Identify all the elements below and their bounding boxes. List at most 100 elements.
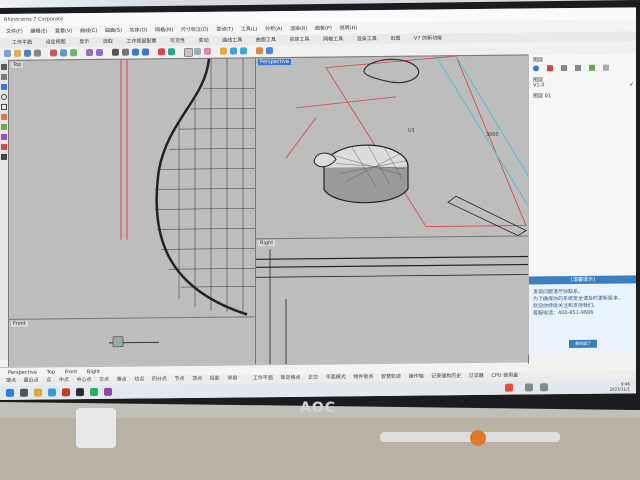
menu-curve[interactable]: 曲线(C) xyxy=(80,28,97,34)
viewport-tab-top[interactable]: Top xyxy=(47,369,55,375)
save-icon[interactable] xyxy=(24,49,31,57)
viewport-front-label[interactable]: Front xyxy=(11,320,28,327)
menu-transform[interactable]: 变动(T) xyxy=(216,27,233,33)
osnap-int[interactable]: 交点 xyxy=(99,377,109,383)
layer-row[interactable]: V1.0 xyxy=(533,82,544,88)
tab-visibility[interactable]: 可见性 xyxy=(170,38,185,44)
menu-mesh[interactable]: 网格(M) xyxy=(155,27,173,33)
media-icon[interactable] xyxy=(104,387,112,396)
viewport-right-label[interactable]: Right xyxy=(258,240,276,247)
new-icon[interactable] xyxy=(4,49,11,57)
tab-new-in-v7[interactable]: V7 的新功能 xyxy=(414,35,442,41)
mode-smarttrack[interactable]: 智慧轨迹 xyxy=(381,374,401,380)
transform-icon[interactable] xyxy=(1,153,7,160)
undo-icon[interactable] xyxy=(86,49,93,57)
open-icon[interactable] xyxy=(14,49,21,57)
3d-model[interactable] xyxy=(313,144,409,204)
pan-icon[interactable] xyxy=(112,48,119,56)
light-icon[interactable] xyxy=(220,47,227,55)
osnap-disable[interactable]: 停用 xyxy=(227,376,237,382)
osnap-point[interactable]: 点 xyxy=(46,377,51,383)
layer-row[interactable]: 图层 01 xyxy=(533,92,551,99)
rhino-icon[interactable] xyxy=(76,388,84,397)
material-icon[interactable] xyxy=(230,47,237,55)
osnap-vertex[interactable]: 顶点 xyxy=(192,376,202,382)
browser-icon[interactable] xyxy=(48,388,56,397)
mode-filter[interactable]: 过滤器 xyxy=(469,373,484,379)
wireframe-icon[interactable] xyxy=(184,47,193,58)
chat-icon[interactable] xyxy=(90,387,98,397)
start-icon[interactable] xyxy=(6,388,14,397)
tab-set-view[interactable]: 设定视图 xyxy=(46,39,66,45)
menu-tools[interactable]: 工具(L) xyxy=(241,26,258,32)
circle-icon[interactable] xyxy=(1,93,7,100)
tab-select[interactable]: 选取 xyxy=(103,39,113,45)
folder-icon[interactable] xyxy=(34,388,42,397)
shaded-icon[interactable] xyxy=(194,47,201,55)
tab-mesh-tools[interactable]: 网格工具 xyxy=(323,36,343,42)
curve-icon[interactable] xyxy=(1,83,7,90)
viewport-front[interactable]: Front xyxy=(8,316,256,369)
osnap-knot[interactable]: 节点 xyxy=(174,376,184,382)
new-layer-icon[interactable] xyxy=(533,65,539,72)
mode-osnap[interactable]: 物件锁点 xyxy=(353,374,373,380)
zoom-icon[interactable] xyxy=(132,48,139,56)
cut-icon[interactable] xyxy=(50,49,57,57)
app-icon[interactable] xyxy=(62,388,70,397)
viewport-right[interactable]: Right xyxy=(255,235,529,367)
mode-planar[interactable]: 平面模式 xyxy=(326,374,346,380)
tab-surface-tools[interactable]: 曲面工具 xyxy=(256,37,276,43)
menu-panels[interactable]: 面板(P) xyxy=(315,26,332,32)
rendered-icon[interactable] xyxy=(204,47,211,55)
mode-cplane[interactable]: 工作平面 xyxy=(253,375,273,381)
osnap-cen[interactable]: 中心点 xyxy=(76,377,91,383)
menu-solid[interactable]: 实体(O) xyxy=(130,27,148,33)
boolean-icon[interactable] xyxy=(1,143,7,150)
osnap-perp[interactable]: 垂点 xyxy=(117,377,127,383)
paste-icon[interactable] xyxy=(70,49,77,57)
surface-icon[interactable] xyxy=(1,113,7,120)
volume-icon[interactable] xyxy=(540,383,548,392)
tab-solid-tools[interactable]: 实体工具 xyxy=(289,37,309,43)
render-icon[interactable] xyxy=(240,47,247,55)
rectangle-icon[interactable] xyxy=(1,103,7,110)
menu-help[interactable]: 说明(H) xyxy=(340,25,358,31)
tab-curve-tools[interactable]: 曲线工具 xyxy=(222,37,242,43)
point-icon[interactable] xyxy=(1,63,7,70)
viewport-tab-front[interactable]: Front xyxy=(65,369,78,375)
viewport-top-label[interactable]: Top xyxy=(11,61,24,68)
mode-gumball[interactable]: 操作轴 xyxy=(409,374,424,380)
print-icon[interactable] xyxy=(34,49,41,57)
system-clock[interactable]: 9:46 2023/11/1 xyxy=(609,381,630,391)
tab-display[interactable]: 显示 xyxy=(79,39,89,45)
menu-view[interactable]: 查看(V) xyxy=(55,28,72,34)
osnap-mid[interactable]: 中点 xyxy=(59,377,69,383)
tab-transform[interactable]: 变动 xyxy=(199,38,209,44)
select-icon[interactable] xyxy=(158,48,165,56)
osnap-project[interactable]: 投影 xyxy=(210,376,220,382)
tab-drafting[interactable]: 出图 xyxy=(390,36,400,42)
mode-grid-snap[interactable]: 锁定格点 xyxy=(281,375,301,381)
copy-icon[interactable] xyxy=(60,49,67,57)
menu-surface[interactable]: 曲面(S) xyxy=(105,28,122,34)
cplane-icon[interactable] xyxy=(168,48,175,56)
menu-render[interactable]: 渲染(R) xyxy=(290,26,307,32)
viewport-tab-perspective[interactable]: Perspective xyxy=(8,370,37,376)
filter-icon[interactable] xyxy=(589,64,595,71)
move-down-icon[interactable] xyxy=(575,64,581,71)
delete-layer-icon[interactable] xyxy=(547,65,553,72)
settings-icon[interactable] xyxy=(603,64,609,71)
menu-dimension[interactable]: 尺寸标注(D) xyxy=(181,27,209,33)
osnap-near[interactable]: 最近点 xyxy=(24,378,39,384)
rotate-view-icon[interactable] xyxy=(122,48,129,56)
menu-file[interactable]: 文件(F) xyxy=(6,29,23,35)
viewport-perspective[interactable]: U1 3000 Perspective xyxy=(255,54,529,240)
input-method-icon[interactable] xyxy=(505,383,513,392)
options-icon[interactable] xyxy=(256,47,263,55)
line-icon[interactable] xyxy=(1,73,7,80)
osnap-tan[interactable]: 切点 xyxy=(134,376,144,382)
search-icon[interactable] xyxy=(20,388,28,397)
solid-icon[interactable] xyxy=(1,123,7,130)
redo-icon[interactable] xyxy=(96,48,103,56)
mode-cpu[interactable]: CPU 使用量 xyxy=(491,373,518,379)
